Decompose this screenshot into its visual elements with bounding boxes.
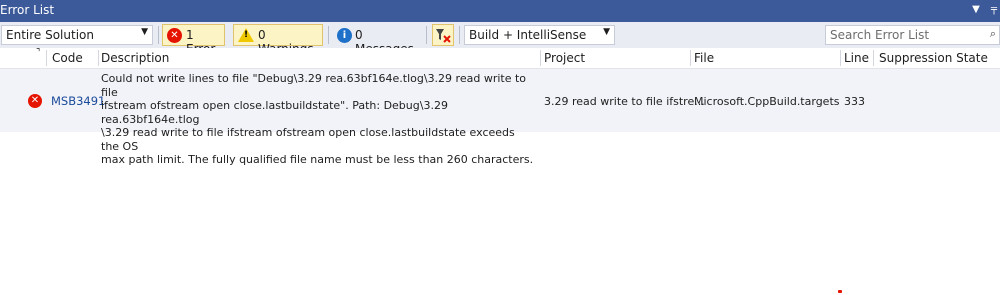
column-divider[interactable]	[840, 50, 841, 66]
error-icon: ✕	[28, 94, 42, 108]
table-row[interactable]: ✕ MSB3491 Could not write lines to file …	[0, 69, 1000, 166]
search-input[interactable]: Search Error List ⌕	[825, 25, 1000, 45]
chevron-down-icon: ▼	[141, 27, 148, 37]
build-mode-dropdown[interactable]: Build + IntelliSense ▼	[464, 25, 615, 45]
project-cell: 3.29 read write to file ifstre...	[544, 95, 705, 108]
red-mark	[838, 290, 842, 293]
column-header-description[interactable]: Description	[101, 48, 169, 68]
column-divider[interactable]	[98, 50, 99, 66]
sort-indicator-icon[interactable]: ⌝	[36, 43, 40, 63]
pin-icon[interactable]: ╤	[986, 2, 1000, 18]
file-cell: Microsoft.CppBuild.targets	[694, 95, 840, 108]
column-header-row: ⌝ Code Description Project File Line Sup…	[0, 48, 1000, 69]
error-icon: ✕	[167, 28, 182, 43]
messages-filter-button[interactable]: i 0 Messages	[332, 24, 422, 56]
column-divider[interactable]	[873, 50, 874, 66]
toolbar-separator	[158, 26, 159, 44]
toolbar-separator	[459, 26, 460, 44]
filter-toggle-button[interactable]	[432, 24, 454, 46]
column-header-file[interactable]: File	[694, 48, 714, 68]
error-description: Could not write lines to file "Debug\3.2…	[101, 72, 534, 166]
toolbar-separator	[426, 26, 427, 44]
scope-value: Entire Solution	[6, 28, 94, 42]
column-divider[interactable]	[690, 50, 691, 66]
chevron-down-icon: ▼	[603, 27, 610, 37]
column-header-project[interactable]: Project	[544, 48, 585, 68]
build-mode-value: Build + IntelliSense	[469, 28, 587, 42]
column-divider[interactable]	[46, 50, 47, 66]
scope-dropdown[interactable]: Entire Solution ▼	[1, 25, 153, 45]
tool-window-titlebar: Error List ▼ ╤	[0, 0, 1000, 22]
info-icon: i	[337, 28, 352, 43]
window-title: Error List	[0, 3, 55, 17]
column-header-line[interactable]: Line	[844, 48, 869, 68]
error-list-toolbar: Entire Solution ▼ ✕ 1 Error ! 0 Warnings…	[0, 22, 1000, 56]
line-cell: 333	[844, 95, 865, 108]
errors-filter-button[interactable]: ✕ 1 Error	[162, 24, 225, 56]
warning-glyph: !	[244, 30, 249, 40]
column-header-code[interactable]: Code	[52, 48, 83, 68]
search-icon[interactable]: ⌕	[990, 27, 996, 41]
warnings-filter-button[interactable]: ! 0 Warnings	[233, 24, 323, 56]
column-header-suppression-state[interactable]: Suppression State	[879, 48, 988, 68]
toolbar-separator	[328, 26, 329, 44]
error-code-link[interactable]: MSB3491	[51, 94, 105, 108]
filter-toggle-icon	[436, 29, 451, 43]
chevron-down-icon[interactable]: ▼	[968, 2, 984, 18]
search-placeholder: Search Error List	[830, 28, 930, 42]
column-divider[interactable]	[540, 50, 541, 66]
